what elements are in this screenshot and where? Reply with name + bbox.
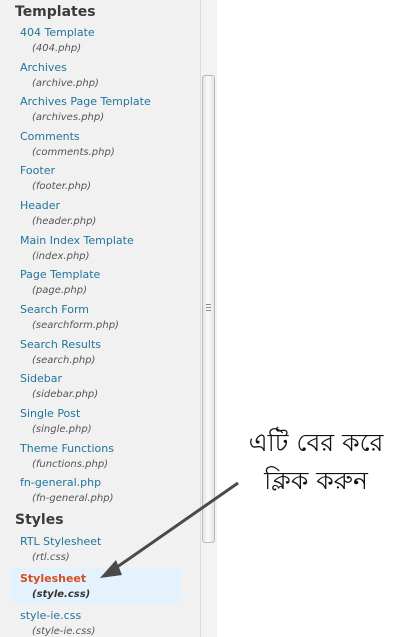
annotation-arrow	[100, 481, 239, 578]
arrow-head	[100, 560, 122, 578]
arrow-shaft	[109, 481, 239, 574]
